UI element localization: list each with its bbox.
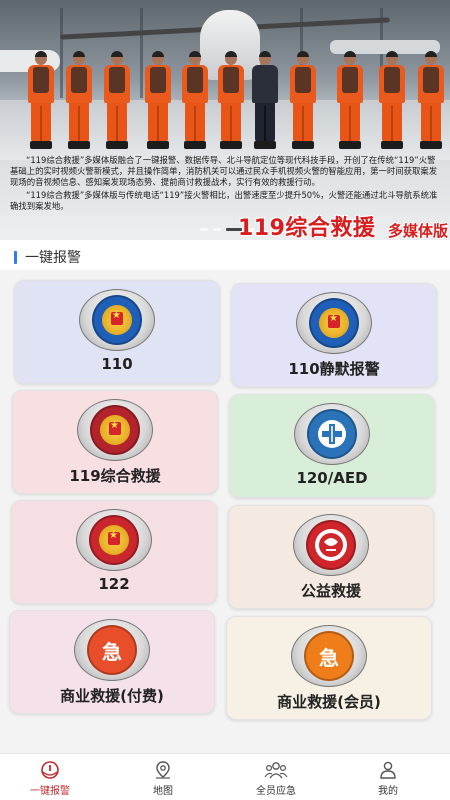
carousel-dot: [200, 228, 208, 231]
card-label: 110: [101, 355, 133, 373]
banner-title: 119综合救援: [238, 216, 376, 240]
nav-item-alarm[interactable]: 一键报警: [0, 760, 100, 800]
badge-ring: [296, 292, 372, 354]
rescue-crew-member: [416, 51, 446, 152]
card-120-aed[interactable]: 120/AED: [229, 394, 435, 498]
rescue-crew-member: [216, 51, 246, 152]
rescue-crew-member: [250, 51, 280, 152]
badge-ring: 急: [74, 619, 150, 681]
badge-ring: [77, 399, 153, 461]
card-label: 110静默报警: [288, 360, 380, 378]
nav-item-all-hands[interactable]: 全员应急: [226, 760, 326, 800]
banner-subtitle: 多媒体版: [388, 222, 449, 240]
badge-text: 急: [102, 639, 122, 664]
card-commercial-rescue-paid[interactable]: 急 商业救援(付费): [9, 610, 215, 714]
nav-item-mine[interactable]: 我的: [338, 760, 438, 800]
charity-rescue-icon: [306, 520, 356, 570]
alarm-icon: [41, 761, 59, 779]
fire-rescue-badge-icon: [90, 405, 140, 455]
card-label: 119综合救援: [69, 467, 161, 485]
card-119-rescue[interactable]: 119综合救援: [12, 390, 218, 494]
banner-paragraph-1: “119综合救援”多媒体版融合了一键报警、数据传导、北斗导航定位等现代科技手段，…: [10, 155, 438, 187]
badge-ring: 急: [291, 625, 367, 687]
map-pin-icon: [156, 761, 170, 779]
police-badge-icon: [92, 295, 142, 345]
person-icon: [380, 761, 396, 779]
emergency-ji-icon: 急: [304, 631, 354, 681]
rescue-crew-member: [26, 51, 56, 152]
emergency-ji-icon: 急: [87, 625, 137, 675]
card-110-silent[interactable]: 110静默报警: [231, 283, 437, 387]
section-title: 一键报警: [25, 250, 81, 266]
rescue-crew-member: [180, 51, 210, 152]
card-label: 商业救援(付费): [60, 687, 164, 705]
nav-label: 地图: [153, 786, 173, 797]
badge-text: 急: [319, 645, 339, 670]
rescue-crew-member: [377, 51, 407, 152]
card-label: 公益救援: [300, 582, 361, 600]
rescue-crew-member: [335, 51, 365, 152]
badge-ring: [79, 289, 155, 351]
promo-banner[interactable]: “119综合救援”多媒体版融合了一键报警、数据传导、北斗导航定位等现代科技手段，…: [0, 0, 450, 240]
traffic-police-badge-icon: [89, 515, 139, 565]
bottom-nav: 一键报警 地图 全员应急 我的: [0, 753, 450, 800]
police-badge-icon: [309, 298, 359, 348]
section-header: 一键报警: [14, 249, 81, 266]
rescue-crew-member: [288, 51, 318, 152]
card-commercial-rescue-member[interactable]: 急 商业救援(会员): [226, 616, 432, 720]
card-charity-rescue[interactable]: 公益救援: [228, 505, 434, 609]
banner-description: “119综合救援”多媒体版融合了一键报警、数据传导、北斗导航定位等现代科技手段，…: [10, 155, 442, 214]
badge-ring: [76, 509, 152, 571]
section-accent-bar: [14, 250, 17, 264]
rescue-crew-member: [143, 51, 173, 152]
card-label: 120/AED: [296, 469, 368, 487]
badge-ring: [293, 514, 369, 576]
rescue-crew-member: [102, 51, 132, 152]
nav-label: 我的: [378, 786, 398, 797]
medical-cross-icon: [307, 409, 357, 459]
group-icon: [264, 762, 288, 779]
nav-label: 一键报警: [30, 786, 70, 797]
nav-item-map[interactable]: 地图: [113, 760, 213, 800]
carousel-dot: [213, 228, 221, 231]
banner-paragraph-2: “119综合救援”多媒体版与传统电话“119”接火警相比，出警速度至少提升50%…: [10, 190, 438, 211]
badge-ring: [294, 403, 370, 465]
card-label: 商业救援(会员): [277, 693, 381, 711]
card-110[interactable]: 110: [14, 280, 220, 384]
rescue-crew-member: [64, 51, 94, 152]
nav-label: 全员应急: [256, 786, 296, 797]
card-label: 122: [98, 575, 130, 593]
card-122[interactable]: 122: [11, 500, 217, 604]
